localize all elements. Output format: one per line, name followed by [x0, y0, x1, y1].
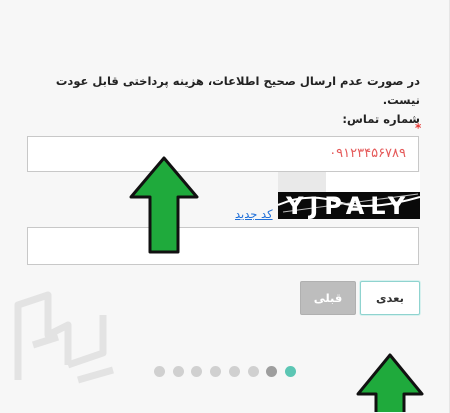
step-dot: [172, 366, 184, 377]
previous-button[interactable]: قبلی: [300, 281, 356, 315]
captcha-input[interactable]: [27, 227, 419, 265]
step-dot: [210, 366, 222, 377]
phone-number-input[interactable]: ۰۹۱۲۳۴۵۶۷۸۹: [27, 136, 419, 172]
step-dot: [228, 366, 240, 377]
step-dot: [154, 366, 165, 377]
step-dot: [247, 366, 259, 377]
payment-warning-text: در صورت عدم ارسال صحیح اطلاعات، هزینه پر…: [25, 72, 420, 129]
annotation-arrow-up-icon: [129, 156, 199, 254]
step-indicator: [154, 366, 296, 378]
step-dot: [266, 366, 278, 377]
brand-watermark-logo: [14, 291, 114, 384]
step-dot-active: [284, 366, 296, 377]
refresh-captcha-link[interactable]: کد جدید: [235, 207, 273, 221]
captcha-text: YJPALY: [285, 192, 411, 219]
step-dot: [191, 366, 203, 377]
next-button[interactable]: بعدی: [360, 281, 420, 315]
required-mark: *: [415, 121, 422, 135]
warning-line: در صورت عدم ارسال صحیح اطلاعات، هزینه پر…: [55, 74, 420, 107]
phone-number-value: ۰۹۱۲۳۴۵۶۷۸۹: [329, 146, 406, 161]
annotation-arrow-up-icon: [356, 353, 424, 412]
captcha-image: YJPALY: [278, 172, 420, 219]
phone-field-label: شماره تماس:: [342, 112, 420, 126]
